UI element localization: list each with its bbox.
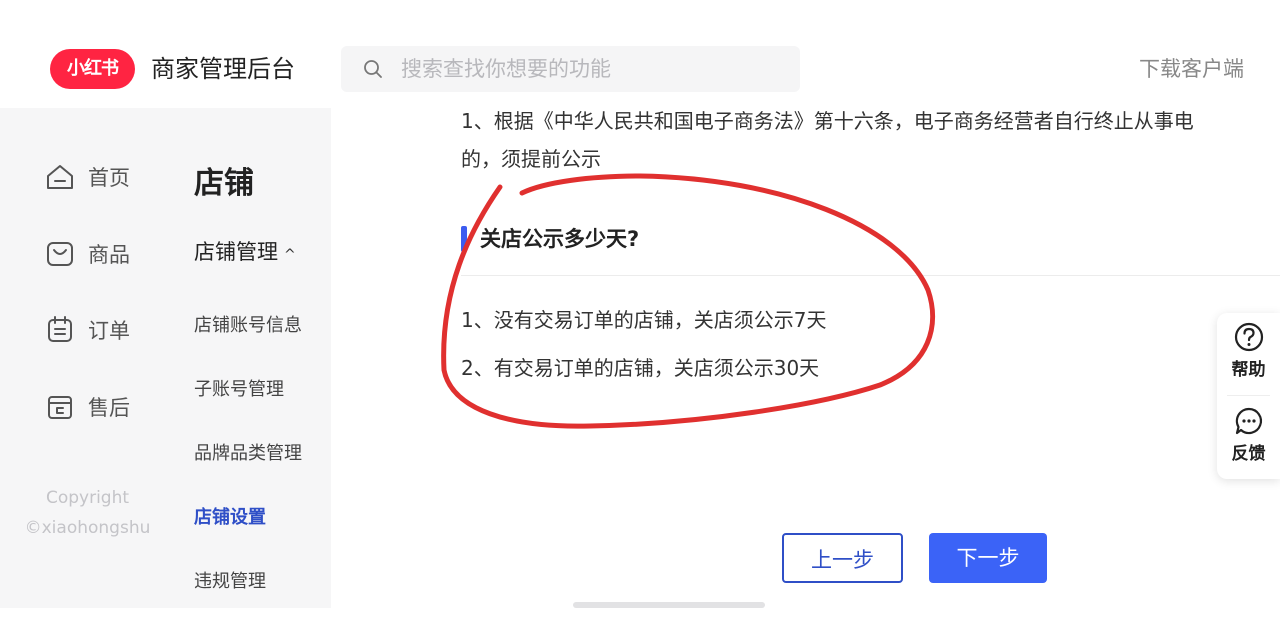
sidebar-item-label: 订单 [88,319,130,343]
sidebar-item-home[interactable]: 首页 [44,160,130,194]
next-step-button[interactable]: 下一步 [929,533,1047,583]
brand-logo[interactable]: 小红书 [50,49,135,89]
floating-help-panel: 帮助 反馈 [1217,313,1280,479]
sidebar-item-label: 首页 [88,166,130,190]
bag-icon [47,242,73,266]
help-button[interactable]: 帮助 [1217,321,1280,380]
home-icon [47,165,73,189]
return-box-icon [48,396,72,419]
chevron-up-icon: ^ [284,247,296,263]
policy-line: 的，须提前公示 [461,147,601,171]
section-heading: 店铺 [194,166,254,201]
faq-question: 关店公示多少天? [480,227,640,251]
faq-answer: 2、有交易订单的店铺，关店须公示30天 [461,356,820,380]
subnav-group-store-management[interactable]: 店铺管理 ^ [194,236,296,266]
sidebar-item-products[interactable]: 商品 [44,237,130,271]
content-area: 1、根据《中华人民共和国电子商务法》第十六条，电子商务经营者自行终止从事电 的，… [331,108,1280,608]
subnav-group-label: 店铺管理 [194,240,278,264]
help-icon [1234,322,1263,352]
divider [461,275,1280,276]
policy-paragraph: 1、根据《中华人民共和国电子商务法》第十六条，电子商务经营者自行终止从事电 的，… [461,108,1280,178]
faq-answer: 1、没有交易订单的店铺，关店须公示7天 [461,308,827,332]
chat-bubble-icon [1235,407,1262,435]
download-client-link[interactable]: 下载客户端 [1139,55,1244,83]
top-header: 小红书 商家管理后台 搜索查找你想要的功能 下载客户端 [0,0,1280,108]
sidebar-item-orders[interactable]: 订单 [44,313,130,347]
subnav-item-sub-accounts[interactable]: 子账号管理 [194,375,284,401]
primary-sidebar: 首页 商品 订单 售后 Copyright ©xiaohongshu [0,108,175,608]
divider [1227,395,1270,396]
feedback-label: 反馈 [1231,444,1266,464]
subnav-item-store-settings[interactable]: 店铺设置 [194,503,266,529]
secondary-sidebar: 店铺 店铺管理 ^ 店铺账号信息 子账号管理 品牌品类管理 店铺设置 违规管理 [175,108,331,608]
policy-line: 1、根据《中华人民共和国电子商务法》第十六条，电子商务经营者自行终止从事电 [461,109,1194,133]
help-label: 帮助 [1231,360,1266,380]
section-accent-bar [461,226,467,252]
sidebar-item-label: 商品 [88,243,130,267]
clipboard-icon [48,316,72,342]
search-input[interactable]: 搜索查找你想要的功能 [401,56,611,82]
subnav-item-account-info[interactable]: 店铺账号信息 [194,311,302,337]
search-bar[interactable]: 搜索查找你想要的功能 [341,46,800,92]
subnav-item-violations[interactable]: 违规管理 [194,567,266,593]
sidebar-item-after-sales[interactable]: 售后 [44,390,130,424]
app-title: 商家管理后台 [151,55,295,83]
copyright-text: Copyright [45,488,130,508]
sidebar-item-label: 售后 [88,396,130,420]
horizontal-scrollbar[interactable] [573,602,765,608]
feedback-button[interactable]: 反馈 [1217,405,1280,464]
subnav-item-brand-category[interactable]: 品牌品类管理 [194,439,302,465]
previous-step-button[interactable]: 上一步 [782,533,903,583]
search-icon [364,60,382,78]
copyright-owner: ©xiaohongshu [24,518,151,538]
